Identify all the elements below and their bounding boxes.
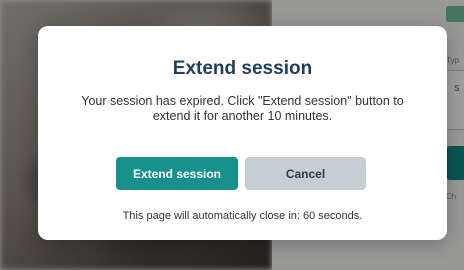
extend-session-button[interactable]: Extend session — [116, 157, 238, 190]
countdown-text: This page will automatically close in: 6… — [122, 210, 363, 222]
cancel-button[interactable]: Cancel — [245, 157, 366, 190]
screen: Typ S Ch Extend session Your session has… — [0, 0, 464, 270]
dialog-title: Extend session — [172, 58, 313, 79]
session-dialog: Extend session Your session has expired.… — [38, 26, 447, 240]
dialog-message: Your session has expired. Click "Extend … — [81, 94, 404, 123]
